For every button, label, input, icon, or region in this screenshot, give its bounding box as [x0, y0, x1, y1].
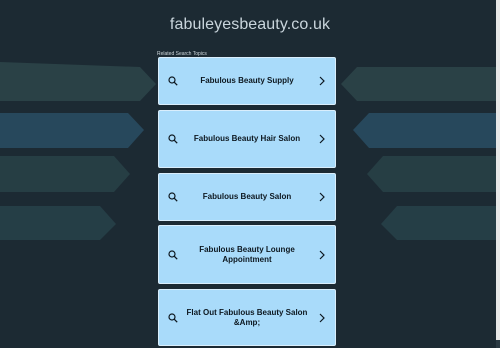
- related-topic-5[interactable]: Flat Out Fabulous Beauty Salon &Amp;: [158, 289, 336, 346]
- search-icon: [168, 249, 178, 260]
- chevron-right-icon: [319, 134, 325, 144]
- chevron-right-icon: [319, 192, 325, 202]
- related-topic-4[interactable]: Fabulous Beauty Lounge Appointment: [158, 225, 336, 284]
- related-topic-label: Fabulous Beauty Lounge Appointment: [199, 244, 295, 264]
- related-topic-label: Fabulous Beauty Salon: [202, 192, 292, 201]
- site-domain-title: fabuleyesbeauty.co.uk: [169, 16, 331, 33]
- related-topic-1[interactable]: Fabulous Beauty Supply: [158, 57, 336, 105]
- related-topic-2[interactable]: Fabulous Beauty Hair Salon: [158, 110, 336, 168]
- related-topic-label: Fabulous Beauty Supply: [200, 76, 294, 85]
- chevron-right-icon: [319, 250, 325, 259]
- related-topic-label: Fabulous Beauty Hair Salon: [193, 134, 301, 143]
- search-icon: [168, 312, 178, 323]
- search-icon: [168, 192, 178, 202]
- scrollbar-thumb[interactable]: [496, 0, 500, 340]
- related-topic-3[interactable]: Fabulous Beauty Salon: [158, 173, 336, 221]
- chevron-right-icon: [319, 313, 325, 322]
- search-icon: [168, 76, 178, 86]
- search-icon: [168, 134, 178, 144]
- related-topic-label: Flat Out Fabulous Beauty Salon &Amp;: [186, 307, 308, 327]
- chevron-right-icon: [319, 76, 325, 86]
- scrollbar[interactable]: [496, 0, 500, 348]
